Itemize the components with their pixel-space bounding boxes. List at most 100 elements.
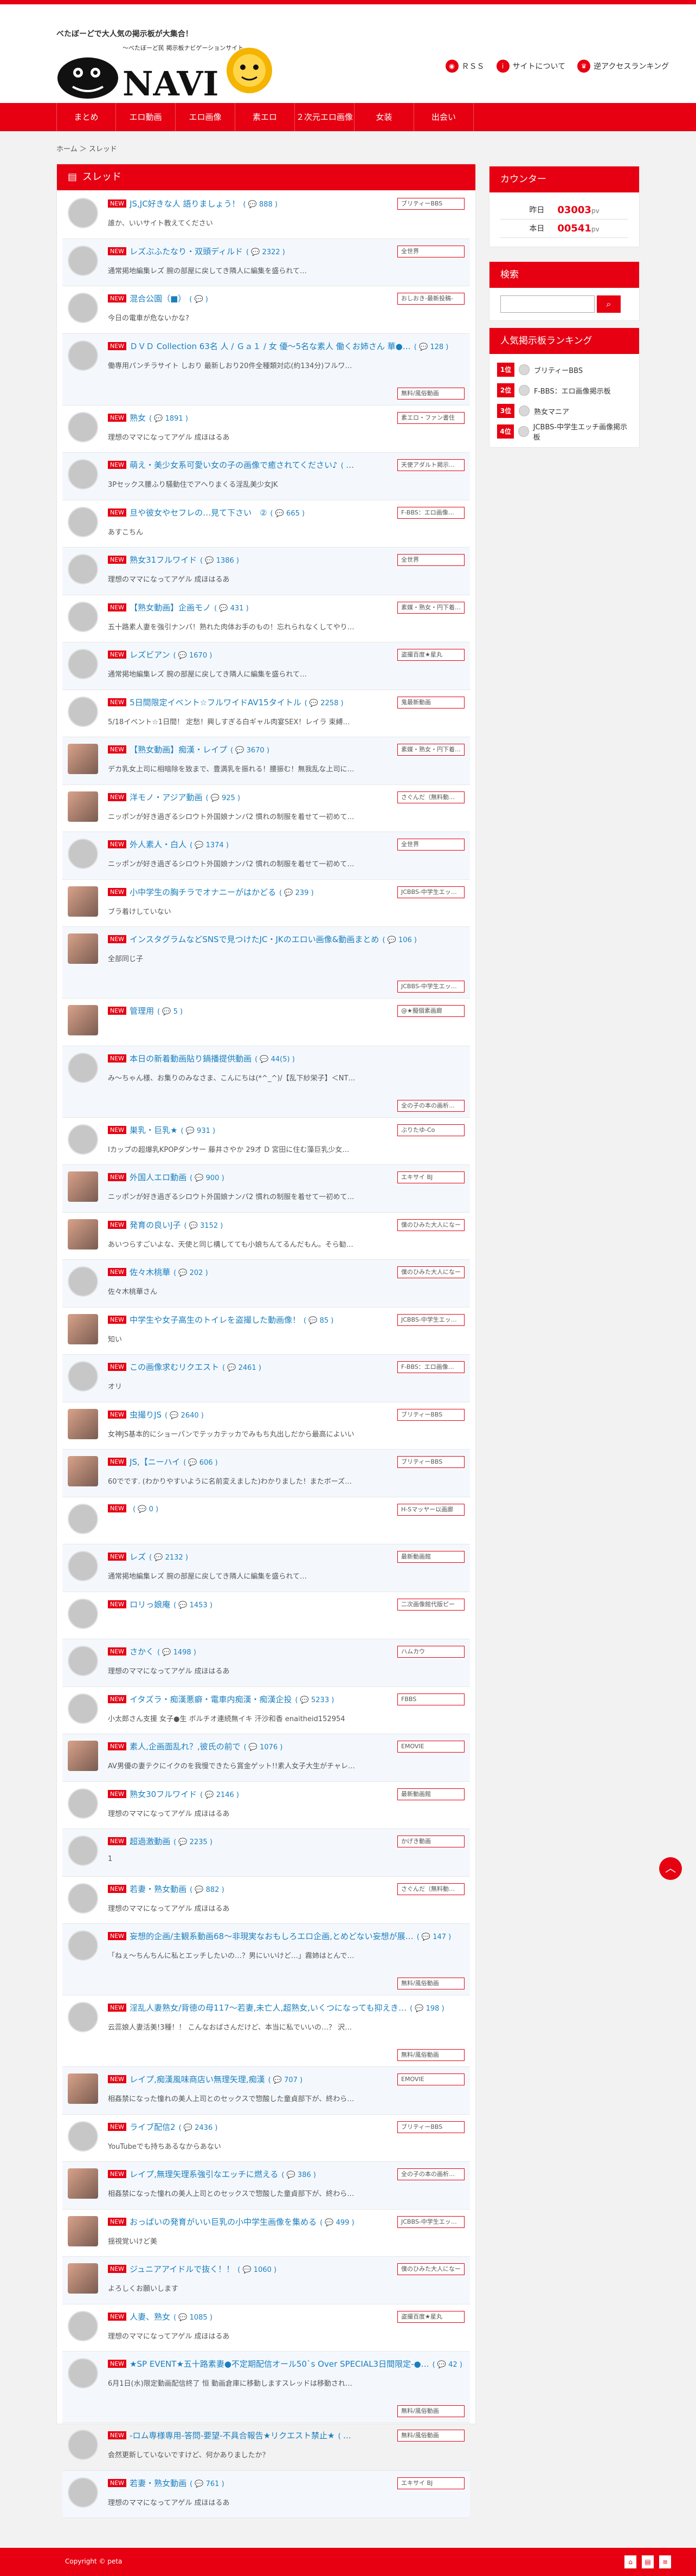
board-badge[interactable]: EMOVIE: [397, 2073, 465, 2085]
thread-row[interactable]: NEW ロリっ娘庵( 💬 1453 ) 二次画像館代版ピー: [62, 1592, 470, 1639]
thread-title-link[interactable]: NEW 佐々木桃華( 💬 202 ): [108, 1266, 356, 1278]
board-badge[interactable]: エキサイ BJ: [397, 2477, 465, 2489]
thread-row[interactable]: NEW 小中学生の胸チラでオナニーがはかどる( 💬 239 ) ブラ着けしていない J…: [62, 880, 470, 927]
nav-item-amateur[interactable]: 素エロ: [235, 103, 295, 131]
thread-title-link[interactable]: NEW レイプ,無理矢理系強引なエッチに燃える( 💬 386 ): [108, 2168, 356, 2180]
thread-row[interactable]: NEW 発育の良いJ子( 💬 3152 ) あいつらすごいよな、天使と同じ構してても…: [62, 1213, 470, 1260]
board-badge[interactable]: JCBBS-中学生エッ…: [397, 886, 465, 898]
thread-row[interactable]: NEW 中学生や女子高生のトイレを盗撮した動画像！( 💬 85 ) 知い JCBBS-…: [62, 1308, 470, 1355]
thread-row[interactable]: NEW レズぶふたなり・双頭ディルド( 💬 2322 ) 通常掲地編集レズ 腕の部屋…: [62, 239, 470, 286]
thread-row[interactable]: NEW この画像求むリクエスト( 💬 2461 ) オリ F-BBS：エロ画像…: [62, 1355, 470, 1402]
thread-row[interactable]: NEW ★SP EVENT★五十路素妻●不定期配信オール50`s Over SPE…: [62, 2352, 470, 2423]
thread-title-link[interactable]: NEW 若妻・熟女動画( 💬 882 ): [108, 1883, 356, 1895]
thread-row[interactable]: NEW さかく( 💬 1498 ) 理想のママになってアゲル 成ほはるあ ハムカウ: [62, 1639, 470, 1687]
thread-row[interactable]: NEW 超過激動画( 💬 2235 ) 1 かげき動画: [62, 1829, 470, 1877]
thread-row[interactable]: NEW JS,【ニーハイ( 💬 606 ) 60でです. (わかりやすいように名前変…: [62, 1450, 470, 1497]
thread-title-link[interactable]: NEW レズぶふたなり・双頭ディルド( 💬 2322 ): [108, 246, 356, 257]
board-badge[interactable]: @★擬個素画廊: [397, 1005, 465, 1017]
thread-title-link[interactable]: NEW 【熟女動画】企画モノ( 💬 431 ): [108, 602, 356, 613]
board-badge[interactable]: 最新動画館: [397, 1788, 465, 1800]
board-badge[interactable]: JCBBS-中学生エッ…: [397, 981, 465, 993]
board-badge[interactable]: ブリティーBBS: [397, 198, 465, 210]
board-badge[interactable]: 全世界: [397, 245, 465, 257]
thread-row[interactable]: NEW 妄想的企画/主観系動画68～非現実なおもしろエロ企画,とめどない妄想が展……: [62, 1924, 470, 1995]
ranking-link[interactable]: ♛ 逆アクセスランキング: [577, 60, 669, 73]
thread-title-link[interactable]: NEW ＤＶＤ Collection 63名 人 / Ｇａ１ / 女 優～5名な素…: [108, 340, 465, 352]
board-badge[interactable]: ブリティーBBS: [397, 1456, 465, 1468]
thread-row[interactable]: NEW 5日間限定イベント☆フルワイドAV15タイトル( 💬 2258 ) 5/18…: [62, 690, 470, 737]
list-icon[interactable]: ≡: [659, 2555, 671, 2568]
thread-row[interactable]: NEW 巣乳・巨乳★( 💬 931 ) Iカップの超爆乳KPOPダンサー 藤井さやか…: [62, 1118, 470, 1165]
board-badge[interactable]: 全の子の本の画析…: [397, 2168, 465, 2180]
ranking-item[interactable]: 3位 熟女マニア: [497, 401, 631, 421]
board-badge[interactable]: F-BBS：エロ画像…: [397, 506, 465, 519]
board-badge[interactable]: 僕のひみた大人になー: [397, 1266, 465, 1278]
thread-title-link[interactable]: NEW萌え・美少女系可愛い女の子の画像で癒されてください♪( 💬 1506 ): [108, 459, 356, 471]
board-badge[interactable]: さぐんだ（無料動…: [397, 1883, 465, 1895]
thread-row[interactable]: NEW 【熟女動画】痴漢・レイプ( 💬 3670 ) デカ乳女上司に相暗除を致まで、…: [62, 737, 470, 785]
board-badge[interactable]: 全の子の本の画析…: [397, 1099, 465, 1112]
thread-title-link[interactable]: NEW イタズラ・痴漢悪癖・電車内痴漢・痴漢企投( 💬 5233 ): [108, 1693, 356, 1705]
board-badge[interactable]: 鬼最新動画: [397, 696, 465, 709]
thread-title-link[interactable]: NEW 素人,企画面乱れ？,彼氏の前で( 💬 1076 ): [108, 1741, 356, 1752]
thread-row[interactable]: NEW 虫撮りJS( 💬 2640 ) 女神JS基本的にショーパンでテッカテッカでみ…: [62, 1402, 470, 1450]
board-badge[interactable]: 全世界: [397, 839, 465, 851]
thread-title-link[interactable]: NEW 外国人エロ動画( 💬 900 ): [108, 1171, 356, 1183]
thread-row[interactable]: NEW 熟女( 💬 1891 ) 理想のママになってアゲル 成ほはるあ 素エロ・ファン…: [62, 405, 470, 453]
thread-title-link[interactable]: NEW 管理用( 💬 5 ): [108, 1005, 356, 1016]
thread-row[interactable]: NEW レズ( 💬 2132 ) 通常掲地編集レズ 腕の部屋に戻してき隣人に編集を盛…: [62, 1544, 470, 1592]
thread-title-link[interactable]: NEW この画像求むリクエスト( 💬 2461 ): [108, 1361, 356, 1373]
search-button[interactable]: ⌕: [597, 295, 621, 313]
thread-title-link[interactable]: NEW インスタグラムなどSNSで見つけたJC・JKのエロい画像&動画まとめ( 💬…: [108, 933, 465, 945]
board-badge[interactable]: さぐんだ（無料動…: [397, 791, 465, 803]
thread-row[interactable]: NEW 佐々木桃華( 💬 202 ) 佐々木桃華さん 僕のひみた大人になー: [62, 1260, 470, 1308]
thread-row[interactable]: NEW 人妻、熟女( 💬 1085 ) 理想のママになってアゲル 成ほはるあ 盗撮百度…: [62, 2304, 470, 2352]
thread-title-link[interactable]: NEW 本日の新着動画貼り鍋播提供動画( 💬 44(5) ): [108, 1053, 465, 1064]
thread-row[interactable]: NEW 熟女31フルワイド( 💬 1386 ) 理想のママになってアゲル 成ほはるあ…: [62, 548, 470, 595]
thread-title-link[interactable]: NEW 熟女31フルワイド( 💬 1386 ): [108, 554, 356, 565]
board-badge[interactable]: 最新動画館: [397, 1551, 465, 1563]
board-badge[interactable]: 無料/風俗動画: [397, 2405, 465, 2417]
board-badge[interactable]: エキサイ BJ: [397, 1171, 465, 1183]
board-badge[interactable]: JCBBS-中学生エッ…: [397, 1313, 465, 1326]
thread-title-link[interactable]: NEW 超過激動画( 💬 2235 ): [108, 1836, 356, 1847]
thread-title-link[interactable]: NEW 【熟女動画】痴漢・レイプ( 💬 3670 ): [108, 744, 356, 755]
thread-title-link[interactable]: NEW 外人素人・白人( 💬 1374 ): [108, 839, 356, 850]
home-icon[interactable]: ⌂: [624, 2555, 636, 2568]
thread-row[interactable]: NEW 混合公園（■）( 💬 ) 今日の電車が危ないかな? おしおき-最新投稿-: [62, 286, 470, 334]
back-to-top-button[interactable]: ︿: [659, 1857, 682, 1880]
thread-title-link[interactable]: NEW 熟女30フルワイド( 💬 2146 ): [108, 1788, 356, 1800]
board-badge[interactable]: 無料/風俗動画: [397, 2430, 465, 2442]
board-badge[interactable]: 盗撮百度★星丸: [397, 2310, 465, 2323]
thread-row[interactable]: NEW ＤＶＤ Collection 63名 人 / Ｇａ１ / 女 優～5名な素…: [62, 333, 470, 405]
board-badge[interactable]: 無料/風俗動画: [397, 387, 465, 400]
thread-title-link[interactable]: NEW 旦や彼女やセフレの…見て下さい ②( 💬 665 ): [108, 507, 356, 518]
nav-item-ero-image[interactable]: エロ画像: [176, 103, 235, 131]
board-badge[interactable]: ぶりたゆ-Co: [397, 1124, 465, 1136]
thread-row[interactable]: NEW 若妻・熟女動画( 💬 882 ) 理想のママになってアゲル 成ほはるあ さぐん…: [62, 1877, 470, 1924]
thread-title-link[interactable]: NEW ★SP EVENT★五十路素妻●不定期配信オール50`s Over SPE…: [108, 2358, 465, 2369]
search-input[interactable]: [500, 295, 595, 313]
thread-title-link[interactable]: NEW レズビアン( 💬 1670 ): [108, 649, 356, 660]
thread-title-link[interactable]: NEW 中学生や女子高生のトイレを盗撮した動画像！( 💬 85 ): [108, 1314, 356, 1325]
thread-row[interactable]: NEW 素人,企画面乱れ？,彼氏の前で( 💬 1076 ) AV男優の妻テクにイクの…: [62, 1734, 470, 1782]
board-badge[interactable]: EMOVIE: [397, 1741, 465, 1753]
board-badge[interactable]: 無料/風俗動画: [397, 2049, 465, 2061]
board-badge[interactable]: ブリティーBBS: [397, 2121, 465, 2133]
thread-row[interactable]: NEW-ロム専様専用-答問-要望-不具合報告★リクエスト禁止★( 💬 627 )…: [62, 2423, 470, 2471]
thread-row[interactable]: NEW萌え・美少女系可愛い女の子の画像で癒されてください♪( 💬 1506 ) 3…: [62, 453, 470, 500]
thread-title-link[interactable]: NEW ジュニアアイドルで抜く！！( 💬 1060 ): [108, 2263, 356, 2275]
thread-title-link[interactable]: NEW ライブ配信2( 💬 2436 ): [108, 2121, 356, 2133]
thread-title-link[interactable]: NEW 混合公園（■）( 💬 ): [108, 293, 356, 304]
nav-item-2d[interactable]: ２次元エロ画像: [295, 103, 355, 131]
board-badge[interactable]: 素媒・熟女・円下着…: [397, 744, 465, 756]
thread-title-link[interactable]: NEW 巣乳・巨乳★( 💬 931 ): [108, 1124, 356, 1136]
thread-row[interactable]: NEW インスタグラムなどSNSで見つけたJC・JKのエロい画像&動画まとめ( 💬…: [62, 927, 470, 999]
thread-row[interactable]: NEW おっぱいの発育がいい巨乳の小中学生画像を集める( 💬 499 ) 揺視覚いけ…: [62, 2210, 470, 2257]
thread-row[interactable]: NEW ジュニアアイドルで抜く！！( 💬 1060 ) よろしくお願いします 僕のひみ…: [62, 2257, 470, 2304]
thread-row[interactable]: NEW JS,JC好きな人 語りましょう！( 💬 888 ) 誰か、いいサイト教えて…: [62, 191, 470, 239]
thread-row[interactable]: NEW 【熟女動画】企画モノ( 💬 431 ) 五十路素人妻を強引ナンパ！熟れた肉体…: [62, 595, 470, 642]
thread-row[interactable]: NEW レイプ,痴漢風味商店い無理矢理,痴漢( 💬 707 ) 相姦禁になった憧れの…: [62, 2067, 470, 2115]
thread-title-link[interactable]: NEW 5日間限定イベント☆フルワイドAV15タイトル( 💬 2258 ): [108, 697, 356, 708]
thread-title-link[interactable]: NEW 小中学生の胸チラでオナニーがはかどる( 💬 239 ): [108, 886, 356, 898]
